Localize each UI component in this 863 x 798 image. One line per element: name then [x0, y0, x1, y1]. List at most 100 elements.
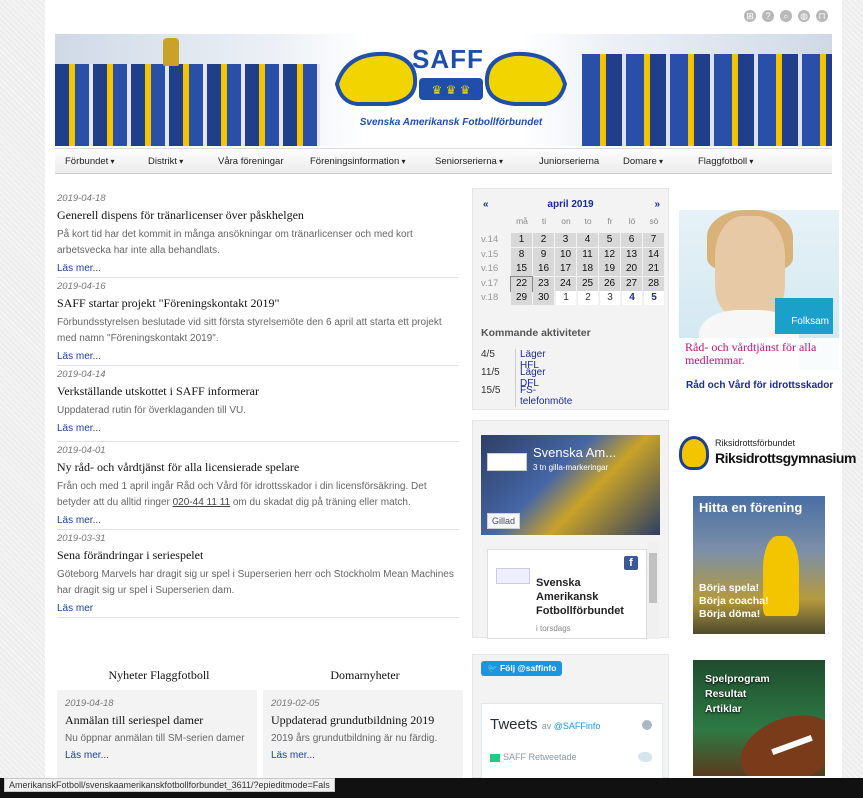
calendar-day[interactable]: 23 — [533, 276, 554, 291]
read-more-link[interactable]: Läs mer... — [57, 515, 459, 526]
facebook-post-author[interactable]: Svenska Amerikansk Fotbollförbundet — [536, 576, 640, 618]
nav-item-flaggfotboll[interactable]: Flaggfotboll — [698, 156, 753, 167]
facebook-cover-image[interactable]: Svenska Am... 3 tn gilla-markeringar Gil… — [481, 435, 660, 535]
calendar-day[interactable]: 28 — [643, 276, 664, 291]
calendar-day[interactable]: 2 — [533, 233, 554, 247]
facebook-scrollbar[interactable] — [647, 541, 659, 639]
news-title[interactable]: Verkställande utskottet i SAFF informera… — [57, 384, 459, 399]
calendar-day[interactable]: 1 — [511, 233, 532, 247]
header-banner[interactable]: ♛ ♛ ♛ SAFF Svenska Amerikansk Fotbollför… — [55, 34, 832, 146]
calendar-week-number: v.15 — [481, 248, 499, 260]
calendar-day[interactable]: 13 — [621, 247, 642, 262]
calendar-next-button[interactable]: » — [654, 199, 660, 210]
upcoming-date: 11/5 — [481, 367, 500, 378]
schedule-results-ad[interactable]: Spelprogram Resultat Artiklar — [693, 660, 825, 776]
calendar-day[interactable]: 19 — [599, 262, 620, 276]
calendar-day[interactable]: 6 — [621, 233, 642, 247]
twitter-follow-button[interactable]: 🐦 Följ @saffinfo — [481, 661, 563, 676]
news-excerpt: Uppdaterad rutin för överklaganden till … — [57, 405, 246, 416]
calendar-day[interactable]: 4 — [621, 291, 642, 305]
calendar-day[interactable]: 1 — [555, 291, 576, 305]
calendar-day[interactable]: 29 — [511, 291, 532, 305]
calendar-day[interactable]: 24 — [555, 276, 576, 291]
help-icon[interactable]: ? — [762, 10, 774, 22]
calendar-day[interactable]: 4 — [577, 233, 598, 247]
twitter-bird-icon[interactable] — [638, 752, 652, 762]
calendar-day[interactable]: 5 — [599, 233, 620, 247]
folksam-ad[interactable]: Folksam Råd- och vårdtjänst för alla med… — [679, 210, 839, 370]
facebook-page-name[interactable]: Svenska Am... — [533, 445, 616, 460]
calendar-day[interactable]: 14 — [643, 247, 664, 262]
nav-item-distrikt[interactable]: Distrikt — [148, 156, 183, 167]
nav-item-forbundet[interactable]: Förbundet — [65, 156, 115, 167]
sitemap-icon[interactable]: ⊞ — [744, 10, 756, 22]
read-more-link[interactable]: Läs mer... — [57, 423, 459, 434]
calendar-day[interactable]: 11 — [577, 247, 598, 262]
find-club-ad[interactable]: Hitta en förening Börja spela! Börja coa… — [693, 496, 825, 634]
facebook-post-avatar[interactable] — [496, 568, 530, 584]
news-title[interactable]: SAFF startar projekt "Föreningskontakt 2… — [57, 296, 459, 311]
nav-item-vara-foreningar[interactable]: Våra föreningar — [218, 156, 283, 167]
calendar-day[interactable]: 25 — [577, 276, 598, 291]
calendar-day[interactable]: 30 — [533, 291, 554, 305]
find-club-heading: Hitta en förening — [699, 500, 803, 515]
nav-item-juniorserierna[interactable]: Juniorserierna — [539, 156, 599, 167]
calendar-day[interactable]: 10 — [555, 247, 576, 262]
read-more-link[interactable]: Läs mer... — [57, 263, 459, 274]
calendar-month-title[interactable]: april 2019 — [473, 199, 668, 210]
news-title[interactable]: Anmälan till seriespel damer — [65, 713, 249, 728]
calendar-day[interactable]: 26 — [599, 276, 620, 291]
read-more-link[interactable]: Läs mer... — [65, 750, 249, 761]
calendar-day[interactable]: 18 — [577, 262, 598, 276]
news-title[interactable]: Generell dispens för tränarlicenser över… — [57, 208, 459, 223]
news-title[interactable]: Sena förändringar i seriespelet — [57, 548, 459, 563]
calendar-day[interactable]: 2 — [577, 291, 598, 305]
calendar-week-number: v.16 — [481, 263, 499, 274]
folksam-brand: Folksam — [775, 298, 833, 334]
calendar-day[interactable]: 5 — [643, 291, 664, 305]
calendar-day[interactable]: 3 — [555, 233, 576, 247]
nav-item-seniorserierna[interactable]: Seniorserierna — [435, 156, 503, 167]
search-icon[interactable]: ⌕ — [780, 10, 792, 22]
calendar-day[interactable]: 27 — [621, 276, 642, 291]
main-navigation: Förbundet Distrikt Våra föreningar Fören… — [55, 148, 832, 174]
info-icon[interactable] — [642, 720, 652, 730]
riksidrottsgymnasium-logo[interactable]: Riksidrottsförbundet Riksidrottsgymnasiu… — [679, 436, 856, 476]
flag-football-news-title: Nyheter Flaggfotboll — [108, 668, 210, 682]
globe-icon[interactable]: ◍ — [798, 10, 810, 22]
nav-item-domare[interactable]: Domare — [623, 156, 663, 167]
news-excerpt: Nu öppnar anmälan till SM-serien damer — [65, 733, 245, 744]
calendar-day[interactable]: 8 — [511, 247, 532, 262]
facebook-post-time[interactable]: i torsdags — [536, 624, 571, 633]
news-date: 2019-04-18 — [57, 193, 106, 204]
news-title[interactable]: Uppdaterad grundutbildning 2019 — [271, 713, 455, 728]
calendar-day[interactable]: 15 — [511, 262, 532, 276]
facebook-page-logo[interactable] — [487, 453, 527, 471]
upcoming-link[interactable]: FS-telefonmöte — [515, 385, 572, 407]
phone-number-link[interactable]: 020-44 11 11 — [173, 497, 230, 508]
calendar-day[interactable]: 7 — [643, 233, 664, 247]
news-date: 2019-04-14 — [57, 369, 106, 380]
facebook-liked-button[interactable]: Gillad — [487, 513, 521, 529]
calendar-weekday: on — [561, 216, 571, 226]
calendar-day[interactable]: 12 — [599, 247, 620, 262]
folksam-ad-link[interactable]: Råd och Vård för idrottsskador — [686, 380, 833, 391]
read-more-link[interactable]: Läs mer... — [57, 351, 459, 362]
twitter-handle-link[interactable]: @SAFFinfo — [554, 721, 601, 731]
news-title[interactable]: Ny råd- och vårdtjänst för alla licensie… — [57, 460, 459, 475]
calendar-weekday: sö — [649, 216, 659, 226]
calendar-day[interactable]: 16 — [533, 262, 554, 276]
unlock-icon[interactable]: ⊓ — [816, 10, 828, 22]
calendar-day[interactable]: 21 — [643, 262, 664, 276]
facebook-icon[interactable]: f — [624, 556, 638, 570]
calendar-day[interactable]: 22 — [510, 275, 533, 292]
read-more-link[interactable]: Läs mer — [57, 603, 459, 614]
calendar-day[interactable]: 9 — [533, 247, 554, 262]
calendar-day[interactable]: 3 — [599, 291, 620, 305]
nav-item-foreningsinformation[interactable]: Föreningsinformation — [310, 156, 406, 167]
calendar-day[interactable]: 17 — [555, 262, 576, 276]
facebook-scrollbar-thumb[interactable] — [649, 553, 657, 603]
read-more-link[interactable]: Läs mer... — [271, 750, 455, 761]
calendar-day[interactable]: 20 — [621, 262, 642, 276]
saff-logo[interactable]: ♛ ♛ ♛ SAFF Svenska Amerikansk Fotbollför… — [327, 44, 575, 134]
